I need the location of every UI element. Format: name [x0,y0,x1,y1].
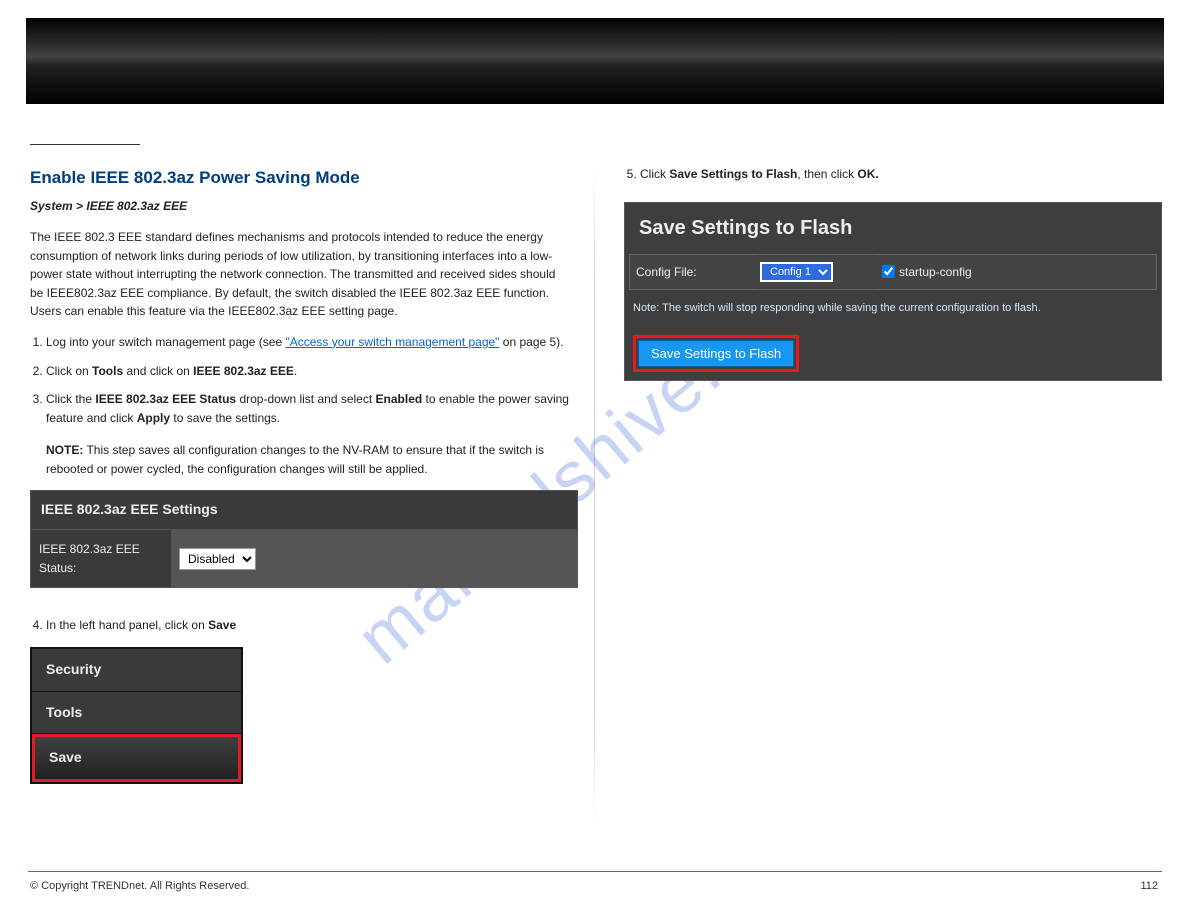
save-flash-button[interactable]: Save Settings to Flash [638,340,794,367]
sidebar-item-save[interactable]: Save [32,734,241,782]
config-file-select[interactable]: Config 1 [760,262,833,282]
footer-divider [28,871,1162,872]
intro-paragraph: The IEEE 802.3 EEE standard defines mech… [30,228,570,321]
sidebar-item-tools[interactable]: Tools [32,692,241,735]
eee-settings-panel: IEEE 802.3az EEE Settings IEEE 802.3az E… [30,490,578,588]
step-2: Click on Tools and click on IEEE 802.3az… [46,362,570,381]
eee-status-label: IEEE 802.3az EEE Status: [31,530,171,587]
config-file-label: Config File: [630,255,756,290]
right-column: Click Save Settings to Flash, then click… [624,165,1162,381]
eee-status-select[interactable]: Disabled [179,548,256,570]
startup-config-checkbox[interactable] [882,265,895,278]
sidebar-nav-panel: Security Tools Save [30,647,243,784]
note-text: This step saves all configuration change… [46,443,544,476]
save-flash-note: Note: The switch will stop responding wh… [625,290,1161,327]
header-left-title: TRENDnet User's Guide [30,126,212,144]
top-banner [26,18,1164,104]
step-4: In the left hand panel, click on Save [46,616,570,635]
eee-panel-header: IEEE 802.3az EEE Settings [31,491,577,530]
breadcrumb-path: System > IEEE 802.3az EEE [30,197,570,216]
startup-config-label: startup-config [899,263,972,282]
footer-copyright: © Copyright TRENDnet. All Rights Reserve… [30,880,249,892]
save-flash-panel: Save Settings to Flash Config File: Conf… [624,202,1162,382]
footer-page-number: 112 [1140,880,1158,892]
section-title: Enable IEEE 802.3az Power Saving Mode [30,165,570,191]
step-3: Click the IEEE 802.3az EEE Status drop-d… [46,390,570,478]
underline [30,144,140,145]
save-flash-header: Save Settings to Flash [625,203,1161,254]
note-label: NOTE: [46,443,83,457]
left-column: Enable IEEE 802.3az Power Saving Mode Sy… [30,165,570,784]
step-5: Click Save Settings to Flash, then click… [640,165,1162,184]
access-link[interactable]: "Access your switch management page" [285,335,499,349]
column-divider [594,160,595,830]
step-1: Log into your switch management page (se… [46,333,570,352]
sidebar-item-security[interactable]: Security [32,649,241,692]
save-flash-button-highlight: Save Settings to Flash [633,335,799,372]
header-right-title: Managed Industrial Switch [850,126,1052,144]
